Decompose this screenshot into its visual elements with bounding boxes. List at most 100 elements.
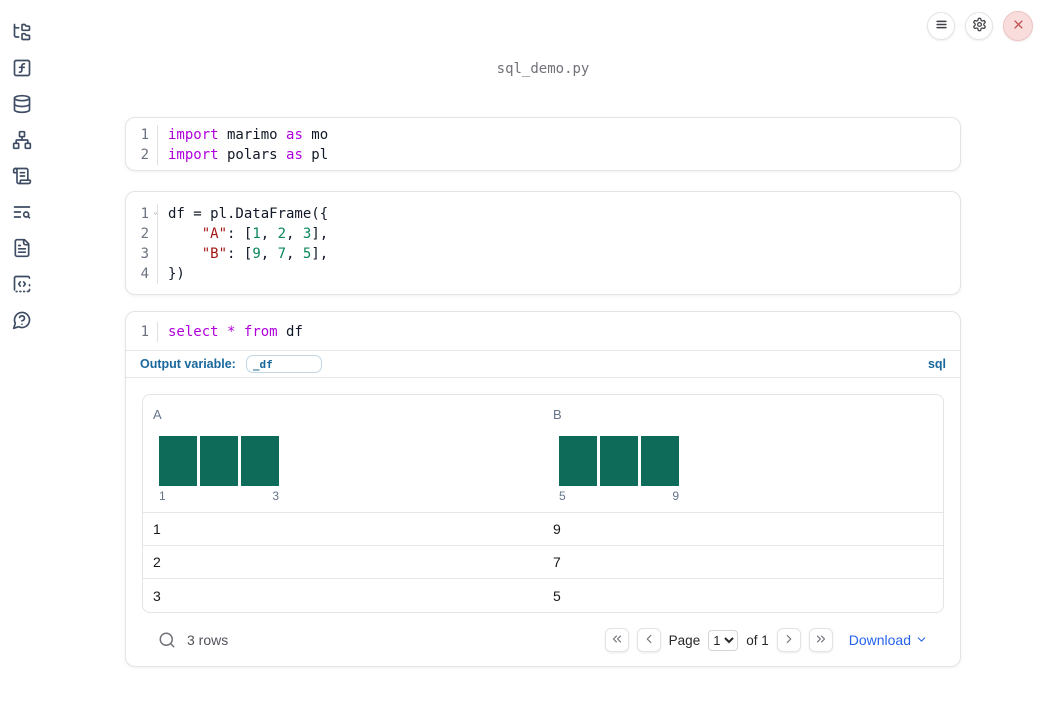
page-select[interactable]: 1 <box>708 629 739 651</box>
sidebar-item-snippets[interactable] <box>12 275 32 295</box>
next-page-button[interactable] <box>776 628 801 652</box>
output-variable-label: Output variable: <box>140 357 236 371</box>
code-line: }) <box>168 266 185 282</box>
line-number: 2 <box>140 226 149 242</box>
column-header-a[interactable]: A 1 3 <box>143 395 543 512</box>
search-button[interactable] <box>158 631 176 649</box>
table-cell: 3 <box>153 587 161 604</box>
last-page-button[interactable] <box>808 628 833 652</box>
sidebar-item-dependencies[interactable] <box>12 130 32 153</box>
page-label: Page <box>668 632 701 648</box>
dataframe-table: A 1 3 B 5 9 1 9 2 7 3 5 <box>142 394 944 613</box>
code-line: import polars as pl <box>168 147 329 163</box>
chevron-down-icon <box>915 631 928 649</box>
row-count: 3 rows <box>187 632 229 648</box>
code-line: import marimo as mo <box>168 127 329 143</box>
sidebar-item-file-explorer[interactable] <box>12 23 32 43</box>
table-row[interactable]: 3 5 <box>143 579 943 612</box>
code-editor[interactable]: 1 2 import marimo as mo import polars as… <box>126 118 960 170</box>
table-cell: 7 <box>553 554 561 570</box>
download-button[interactable]: Download <box>849 631 928 649</box>
table-cell: 9 <box>553 521 561 537</box>
column-header-b[interactable]: B 5 9 <box>543 395 943 512</box>
output-variable-input[interactable] <box>245 355 322 373</box>
close-icon <box>1011 17 1026 35</box>
close-button[interactable] <box>1003 11 1033 41</box>
table-footer: 3 rows Page 1 of 1 Download <box>142 613 944 666</box>
code-editor[interactable]: 1 ⌄ 2 3 4 df = pl.DataFrame({ "A": [1, 2,… <box>126 192 960 294</box>
code-line: "B": [9, 7, 5], <box>201 246 329 262</box>
first-page-button[interactable] <box>604 628 629 652</box>
table-cell: 2 <box>153 554 161 570</box>
scroll-text-icon <box>12 166 32 189</box>
search-icon <box>158 632 176 652</box>
network-icon <box>12 130 32 153</box>
table-row[interactable]: 2 7 <box>143 546 943 579</box>
line-number: 2 <box>140 147 149 163</box>
histogram-bar <box>600 436 638 486</box>
database-icon <box>12 94 32 117</box>
line-number: 1 ⌄ <box>140 206 158 222</box>
code-line: select * from df <box>168 324 303 340</box>
code-square-icon <box>12 274 32 297</box>
code-lines: select * from df <box>158 322 303 342</box>
line-number-gutter: 1 ⌄ 2 3 4 <box>126 204 158 284</box>
folder-tree-icon <box>12 22 32 45</box>
sidebar <box>0 0 44 713</box>
prev-page-button[interactable] <box>636 628 661 652</box>
histogram-max-label: 3 <box>272 489 279 503</box>
column-histogram: 5 9 <box>559 436 679 503</box>
fold-chevron-icon[interactable]: ⌄ <box>153 208 158 216</box>
file-text-icon <box>12 238 32 261</box>
table-cell: 1 <box>153 521 161 537</box>
line-number: 1 <box>140 324 149 340</box>
column-name: B <box>553 407 562 422</box>
function-square-icon <box>12 58 32 81</box>
code-line: "A": [1, 2, 3], <box>201 226 329 242</box>
sql-cell: 1 select * from df Output variable: sql … <box>125 311 961 667</box>
sidebar-item-data-sources[interactable] <box>12 94 32 117</box>
cell-output: A 1 3 B 5 9 1 9 2 7 3 5 3 rows Page 1 of… <box>126 378 960 666</box>
histogram-min-label: 1 <box>159 489 166 503</box>
code-cell-dataframe: 1 ⌄ 2 3 4 df = pl.DataFrame({ "A": [1, 2,… <box>125 191 961 295</box>
chevrons-left-icon <box>610 632 624 649</box>
histogram-bar <box>559 436 597 486</box>
histogram-bars <box>559 436 679 486</box>
gear-icon <box>972 17 987 35</box>
sidebar-item-variables[interactable] <box>12 59 32 79</box>
sidebar-item-help[interactable] <box>12 311 32 331</box>
histogram-labels: 5 9 <box>559 489 679 503</box>
histogram-bar <box>200 436 238 486</box>
download-label: Download <box>848 632 911 648</box>
line-number: 3 <box>140 246 149 262</box>
line-number: 4 <box>140 266 149 282</box>
table-row[interactable]: 1 9 <box>143 513 943 546</box>
histogram-bar <box>241 436 279 486</box>
column-histogram: 1 3 <box>159 436 279 503</box>
sidebar-item-documentation[interactable] <box>12 238 32 261</box>
page-title: sql_demo.py <box>496 61 590 77</box>
output-variable-row: Output variable: sql <box>126 351 960 378</box>
language-badge[interactable]: sql <box>928 357 946 371</box>
list-search-icon <box>12 202 32 225</box>
sidebar-item-outline[interactable] <box>12 167 32 187</box>
chevron-right-icon <box>782 632 796 649</box>
settings-button[interactable] <box>965 12 993 40</box>
line-number-gutter: 1 <box>126 322 158 342</box>
histogram-labels: 1 3 <box>159 489 279 503</box>
sql-editor[interactable]: 1 select * from df <box>126 312 960 351</box>
sidebar-item-logs[interactable] <box>12 203 32 223</box>
line-number-gutter: 1 2 <box>126 125 158 165</box>
histogram-bar <box>159 436 197 486</box>
histogram-bars <box>159 436 279 486</box>
help-bubble-icon <box>12 310 32 333</box>
histogram-min-label: 5 <box>559 489 566 503</box>
table-cell: 5 <box>553 587 561 604</box>
table-header: A 1 3 B 5 9 <box>143 395 943 513</box>
notebook: sql_demo.py 1 2 import marimo as mo impo… <box>125 0 961 667</box>
pagination: Page 1 of 1 Download <box>604 628 928 652</box>
chevrons-right-icon <box>814 632 828 649</box>
histogram-max-label: 9 <box>672 489 679 503</box>
line-number: 1 <box>140 127 149 143</box>
histogram-bar <box>641 436 679 486</box>
